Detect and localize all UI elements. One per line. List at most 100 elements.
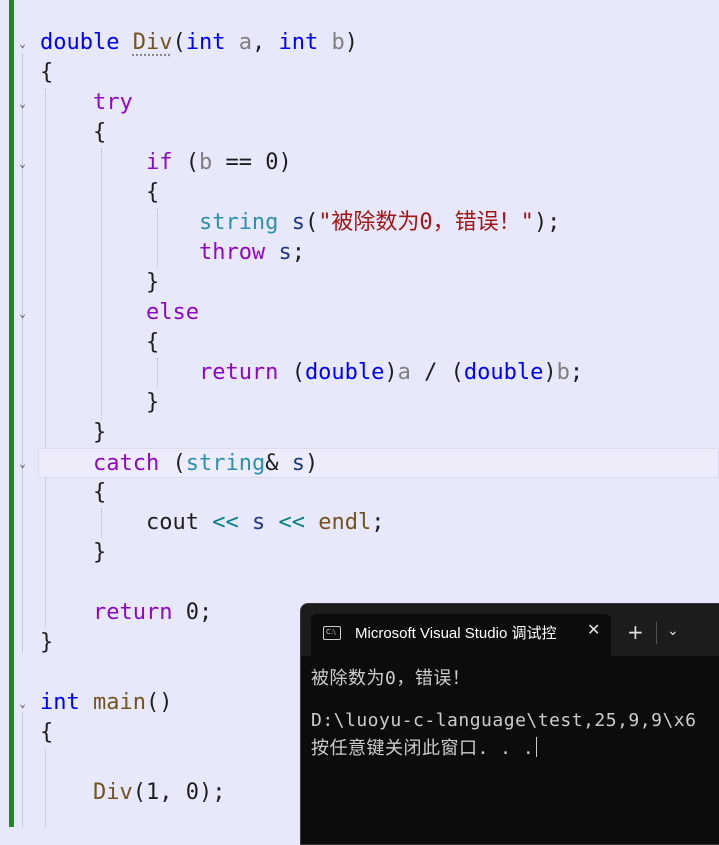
code-token: ) [304,451,319,476]
console-tab-title: Microsoft Visual Studio 调试控 [355,625,557,642]
code-token: } [145,390,160,415]
code-token: () [145,690,173,715]
code-line: { [40,178,159,208]
code-token: (1, 0); [132,780,226,805]
code-line: try [40,88,133,118]
code-token: throw [198,240,266,265]
code-token: 0 [265,150,279,175]
code-token: string [198,210,279,235]
code-line: } [40,418,106,448]
code-token: } [145,270,160,295]
code-token: << [278,510,305,535]
code-token: b [556,360,570,385]
code-token: / [410,360,451,385]
console-output-line: 按任意键关闭此窗口. . . [311,734,538,760]
code-line: { [40,478,106,508]
code-token: ( [172,30,186,55]
code-token: int [40,690,80,715]
code-token: ; [569,360,584,385]
code-token: } [92,540,107,565]
code-line: return (double)a / (double)b; [40,358,583,388]
collapse-chevron-icon[interactable]: ⌄ [17,38,28,49]
code-line: else [40,298,199,328]
close-icon[interactable]: ✕ [587,620,600,639]
code-line: double Div(int a, int b) [40,28,358,58]
code-token: { [92,480,107,505]
collapse-chevron-icon[interactable]: ⌄ [17,698,28,709]
code-token: ( [291,360,305,385]
code-line: } [40,630,54,655]
code-line: if (b == 0) [40,148,292,178]
console-icon: C:\ [323,626,341,640]
code-token: "被除数为0，错误！" [318,210,534,235]
code-line: cout << s << endl; [40,508,384,538]
code-token: Div [92,780,133,805]
change-tracking-bar [9,0,14,827]
collapse-chevron-icon[interactable]: ⌄ [17,458,28,469]
code-token: ( [159,451,186,476]
code-line: throw s; [40,238,305,268]
code-token: ); [533,210,561,235]
code-token: { [145,330,160,355]
code-token: cout [145,510,199,535]
collapse-chevron-icon[interactable]: ⌄ [17,158,28,169]
outline-line [22,713,23,827]
code-line: string s("被除数为0，错误！"); [40,208,560,238]
code-token: { [145,180,160,205]
titlebar-divider [656,622,657,644]
code-line: return 0; [40,598,212,628]
code-token: b [331,30,345,55]
console-tab[interactable]: C:\ Microsoft Visual Studio 调试控 ✕ [311,614,611,656]
console-prompt-text: 按任意键关闭此窗口. . . [311,738,535,759]
code-token: ) [344,30,358,55]
code-token: double [304,360,385,385]
code-token: endl [318,510,372,535]
code-token: else [145,300,199,325]
code-token: if [145,150,173,175]
debug-console-window[interactable]: C:\ Microsoft Visual Studio 调试控 ✕ + ⌄ 被除… [300,603,719,845]
code-token: try [92,90,133,115]
code-token: a [397,360,411,385]
code-token: ) [543,360,557,385]
code-token: s [251,510,266,535]
code-token: a [238,30,252,55]
code-token: main [93,690,146,715]
code-token: catch [92,451,160,476]
code-token: s [291,210,305,235]
code-token: double [463,360,544,385]
code-token: return [198,360,279,385]
code-line: { [40,720,54,745]
code-token: int [185,30,226,55]
code-token: s [291,451,305,476]
code-line: } [40,538,106,568]
code-token: ) [384,360,398,385]
collapse-chevron-icon[interactable]: ⌄ [17,308,28,319]
chevron-down-icon[interactable]: ⌄ [667,623,679,639]
collapse-chevron-icon[interactable]: ⌄ [17,98,28,109]
code-line: { [40,328,159,358]
code-token: int [278,30,319,55]
code-token: string [185,451,266,476]
console-output-line: 被除数为0，错误！ [311,668,471,689]
code-token: ) [278,150,292,175]
code-token: ; [291,240,305,265]
code-token: & [265,451,279,476]
current-code-line: catch (string& s) [38,448,719,478]
console-output-line: D:\luoyu-c-language\test,25,9,9\x6 [311,710,697,731]
code-token: ; [198,600,213,625]
code-line: } [40,268,159,298]
code-token: s [278,240,292,265]
code-token: { [92,120,107,145]
code-token: ( [304,210,319,235]
code-token: return [92,600,173,625]
text-cursor [536,737,538,757]
code-token: b [198,150,213,175]
plus-icon[interactable]: + [627,620,644,644]
code-line: Div(1, 0); [40,778,225,808]
code-line: { [40,118,106,148]
console-titlebar[interactable]: C:\ Microsoft Visual Studio 调试控 ✕ + ⌄ [301,604,719,656]
code-line: int main() [40,688,172,718]
outline-line [22,53,23,653]
code-token: == [212,150,266,175]
code-token: 0 [185,600,199,625]
